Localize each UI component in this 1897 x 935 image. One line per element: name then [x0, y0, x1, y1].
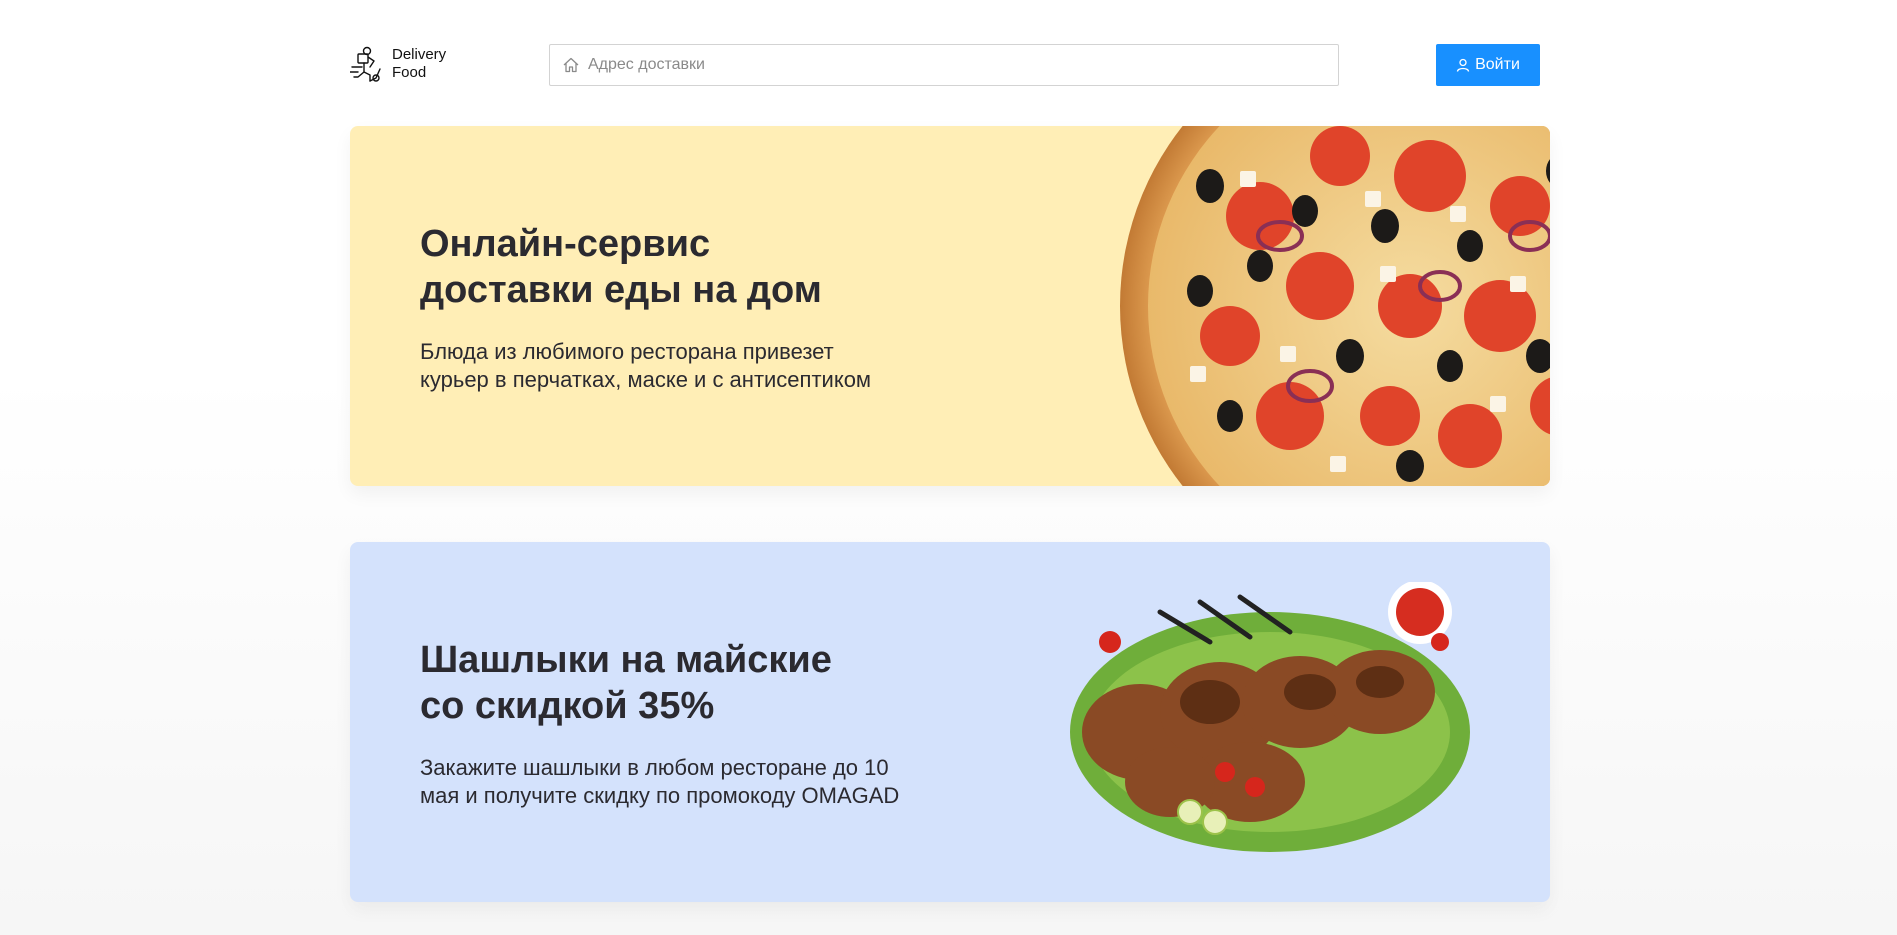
- login-button[interactable]: Войти: [1436, 44, 1540, 86]
- address-search[interactable]: [549, 44, 1339, 86]
- login-button-label: Войти: [1475, 56, 1520, 73]
- promo-banner-delivery: Онлайн-сервис доставки еды на дом Блюда …: [350, 126, 1550, 486]
- header: Delivery Food Войти: [350, 42, 1550, 86]
- promo-text: Закажите шашлыки в любом ресторане до 10…: [420, 755, 900, 808]
- courier-logo-icon: [350, 46, 381, 82]
- promo-title: Шашлыки на майские со скидкой 35%: [420, 639, 832, 727]
- promo-text: Блюда из любимого ресторана привезет кур…: [420, 339, 872, 392]
- logo-text: Delivery Food: [392, 46, 446, 82]
- promo-title: Онлайн-сервис доставки еды на дом: [420, 223, 822, 311]
- address-input[interactable]: [588, 56, 1328, 74]
- logo-line1: Delivery: [392, 46, 447, 63]
- grilled-meat-image: [1070, 582, 1470, 852]
- home-icon: [563, 57, 579, 73]
- promo-banner-kebab: Шашлыки на майские со скидкой 35% Закажи…: [350, 542, 1550, 902]
- logo-line2: Food: [392, 64, 427, 81]
- logo-link[interactable]: Delivery Food: [350, 45, 460, 83]
- pizza-image: [1120, 126, 1550, 486]
- user-icon: [1456, 58, 1470, 72]
